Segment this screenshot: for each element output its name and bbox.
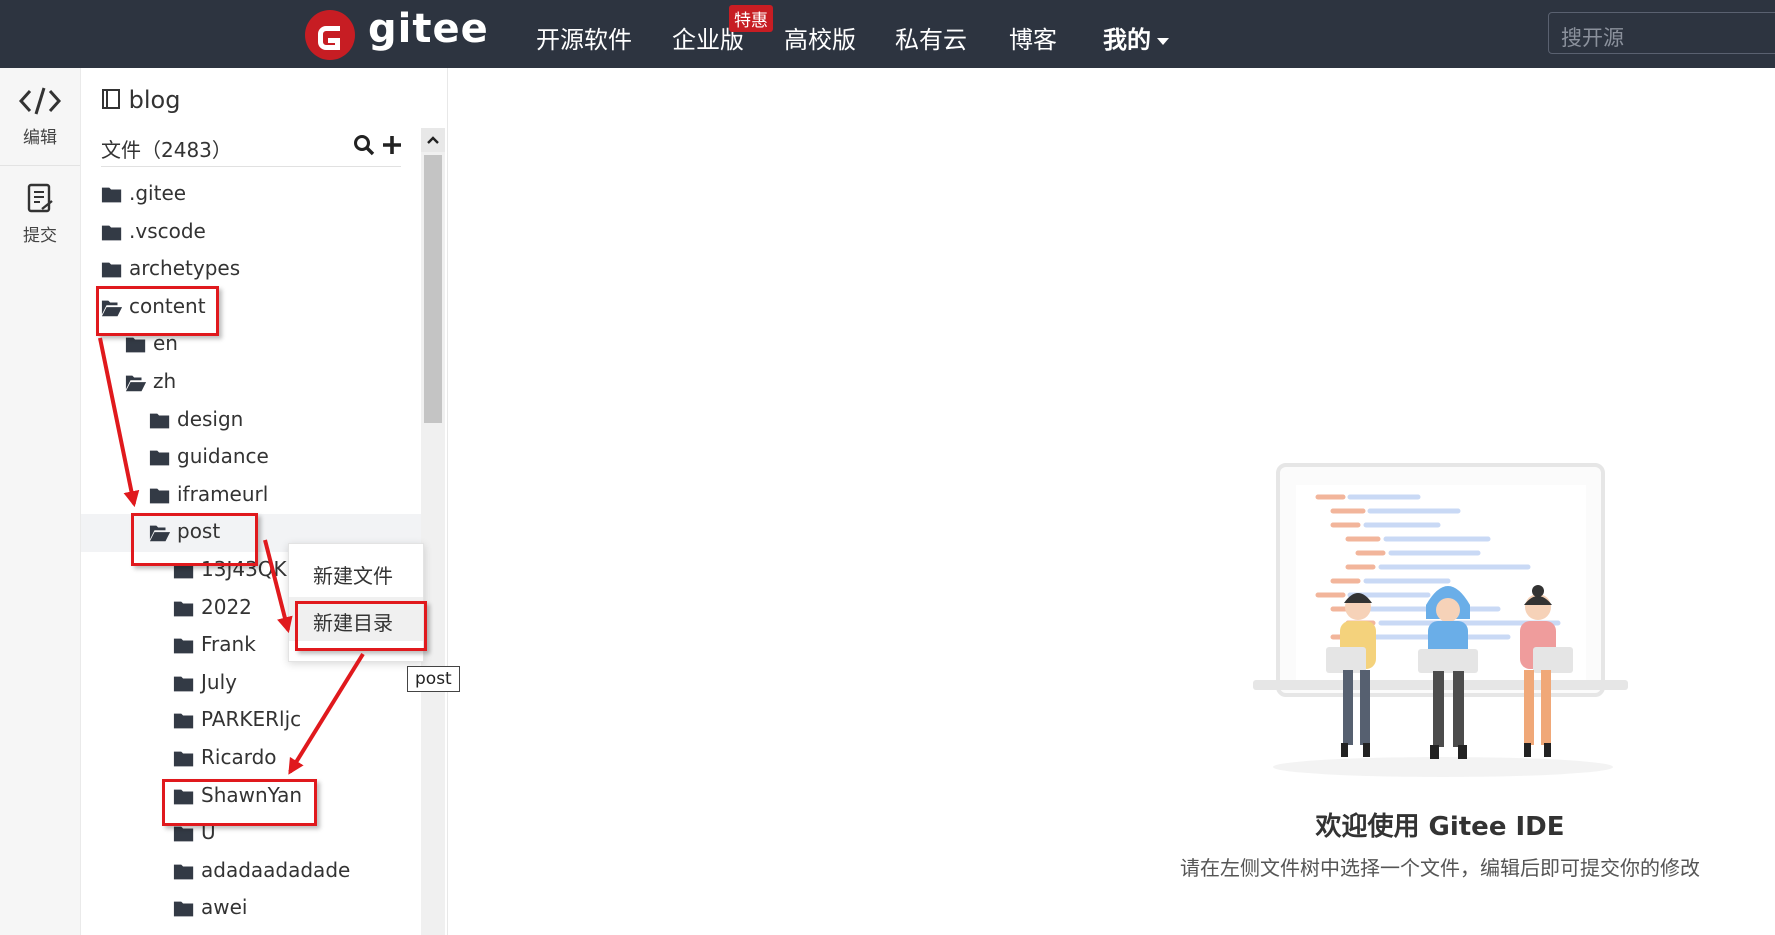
rail-commit[interactable]: 提交 — [0, 182, 80, 246]
folder-icon — [173, 751, 194, 767]
tree-item[interactable]: design — [81, 402, 421, 440]
tree-item-label: design — [177, 407, 244, 431]
tree-item-label: 2022 — [201, 595, 252, 619]
folder-icon — [149, 413, 170, 429]
gitee-logo-icon[interactable] — [305, 10, 355, 60]
promo-badge: 特惠 — [729, 5, 773, 32]
folder-icon — [101, 187, 122, 203]
search-icon[interactable] — [353, 134, 375, 156]
folder-icon — [173, 676, 194, 692]
folder-open-icon — [125, 375, 147, 392]
annotation-box-content — [96, 286, 219, 336]
code-icon — [18, 87, 62, 115]
nav-mine[interactable]: 我的 — [1103, 20, 1169, 55]
nav-open-source[interactable]: 开源软件 — [536, 20, 632, 55]
nav-private-cloud[interactable]: 私有云 — [895, 20, 967, 55]
book-icon — [102, 89, 120, 109]
tree-item-label: .vscode — [129, 219, 206, 243]
rail-edit[interactable]: 编辑 — [0, 84, 80, 148]
tree-item-label: .gitee — [129, 181, 187, 205]
repo-name: blog — [128, 86, 181, 114]
annotation-box-shawnyan — [162, 779, 317, 826]
tree-item-label: archetypes — [129, 256, 241, 280]
tree-actions — [353, 134, 403, 161]
activity-rail: 编辑 提交 — [0, 68, 81, 935]
commit-doc-icon — [27, 183, 53, 213]
nav-blog[interactable]: 博客 — [1009, 20, 1057, 55]
scroll-thumb[interactable] — [424, 155, 442, 423]
folder-icon — [125, 337, 146, 353]
folder-icon — [101, 225, 122, 241]
scroll-up-button[interactable] — [421, 128, 445, 152]
tree-item[interactable]: .vscode — [81, 214, 421, 252]
folder-icon — [149, 488, 170, 504]
tree-item[interactable]: PARKERljc — [81, 702, 421, 740]
tree-item[interactable]: .gitee — [81, 176, 421, 214]
brand-name[interactable]: gitee — [368, 6, 489, 52]
welcome-illustration — [1253, 463, 1628, 777]
folder-icon — [149, 450, 170, 466]
folder-icon — [173, 638, 194, 654]
welcome-title: 欢迎使用 Gitee IDE — [1315, 812, 1565, 842]
tree-item[interactable]: iframeurl — [81, 477, 421, 515]
tree-item[interactable]: zh — [81, 364, 421, 402]
folder-icon — [173, 864, 194, 880]
tree-item[interactable]: awei — [81, 890, 421, 928]
folder-icon — [173, 601, 194, 617]
annotation-box-post — [131, 513, 258, 566]
tree-item-label: Ricardo — [201, 745, 277, 769]
rail-edit-label: 编辑 — [23, 128, 57, 148]
tree-item[interactable]: guidance — [81, 439, 421, 477]
rail-commit-label: 提交 — [23, 226, 57, 246]
tree-item[interactable]: July — [81, 665, 421, 703]
tree-item-label: awei — [201, 895, 248, 919]
chevron-down-icon — [1157, 37, 1169, 45]
tree-item-label: July — [201, 670, 237, 694]
nav-university[interactable]: 高校版 — [784, 20, 856, 55]
folder-icon — [101, 262, 122, 278]
tree-item[interactable]: archetypes — [81, 251, 421, 289]
tree-item[interactable]: adadaadadade — [81, 853, 421, 891]
nav-mine-label: 我的 — [1103, 26, 1151, 54]
tree-item-label: Frank — [201, 632, 256, 656]
rail-divider — [0, 165, 80, 166]
tree-item-label: adadaadadade — [201, 858, 351, 882]
chevron-up-icon — [427, 136, 439, 144]
annotation-box-new-folder — [295, 601, 427, 651]
plus-icon[interactable] — [381, 134, 403, 156]
welcome-subtitle: 请在左侧文件树中选择一个文件，编辑后即可提交你的修改 — [1180, 856, 1700, 880]
folder-icon — [173, 901, 194, 917]
tree-item-label: iframeurl — [177, 482, 269, 506]
tree-item-label: guidance — [177, 444, 269, 468]
repo-title[interactable]: blog — [101, 86, 180, 114]
tree-item[interactable]: Ricardo — [81, 740, 421, 778]
tree-item-label: PARKERljc — [201, 707, 302, 731]
search-input[interactable]: 搜开源 — [1548, 12, 1775, 54]
folder-icon — [173, 713, 194, 729]
header-divider — [101, 166, 401, 167]
top-navigation-bar: gitee 开源软件 企业版 特惠 高校版 私有云 博客 我的 搜开源 — [0, 0, 1775, 68]
menu-new-file[interactable]: 新建文件 — [289, 550, 423, 594]
tree-item-label: zh — [153, 369, 177, 393]
tooltip: post — [407, 666, 460, 692]
folder-icon — [173, 826, 194, 842]
tree-scrollbar[interactable] — [421, 128, 445, 935]
